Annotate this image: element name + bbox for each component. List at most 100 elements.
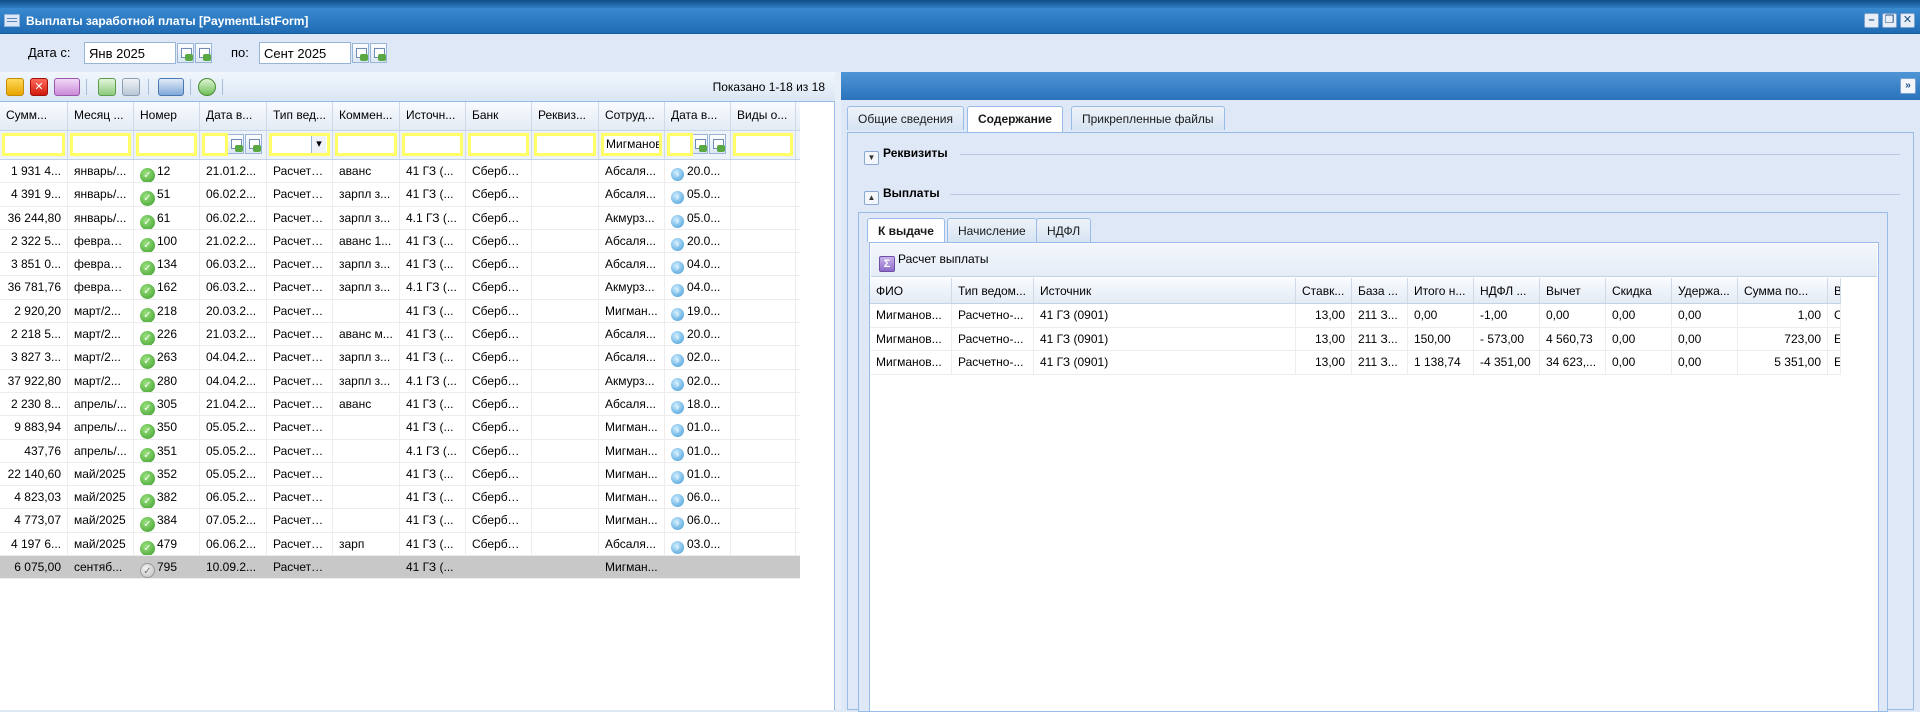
date-clear-icon[interactable]	[709, 134, 726, 154]
column-header[interactable]: Удержа...	[1672, 278, 1738, 303]
column-header[interactable]: Тип вед...	[267, 102, 333, 130]
column-header[interactable]: Ставк...	[1296, 278, 1352, 303]
table-row[interactable]: 2 920,20 март/2... ✓ 218 20.03.2... Расчетн..…	[0, 299, 800, 324]
date-to-field[interactable]: Сент 2025	[259, 42, 351, 64]
column-header[interactable]: Тип ведом...	[952, 278, 1034, 303]
column-header[interactable]: Источник	[1034, 278, 1296, 303]
column-header[interactable]: Итого н...	[1408, 278, 1474, 303]
filter-input[interactable]	[733, 133, 793, 156]
date-from-clear-icon[interactable]	[195, 43, 212, 63]
table-row[interactable]: 3 827 3... март/2... ✓ 263 04.04.2... Расчетн…	[0, 346, 800, 370]
delete-icon[interactable]: ✕	[30, 78, 48, 96]
date-from-picker-icon[interactable]	[177, 43, 194, 63]
requisites-section[interactable]: ▼ Реквизиты	[864, 146, 948, 165]
column-header[interactable]: Дата в...	[200, 102, 267, 130]
column-header[interactable]: Реквиз...	[532, 102, 599, 130]
table-row[interactable]: 2 218 5... март/2... ✓ 226 21.03.2... Расчетн…	[0, 323, 800, 347]
column-header[interactable]: Сумм...	[0, 102, 68, 130]
date-picker-icon[interactable]	[691, 134, 708, 154]
table-row[interactable]: 2 230 8... апрель/... ✓ 305 21.04.2... Расчет…	[0, 392, 800, 417]
filter-input[interactable]	[402, 133, 463, 156]
payments-section[interactable]: ▲ Выплаты	[864, 186, 940, 205]
calc-payment-button[interactable]: Σ Расчет выплаты	[879, 252, 989, 272]
date-clear-icon[interactable]	[245, 134, 262, 154]
date-picker-icon[interactable]	[227, 134, 244, 154]
column-header[interactable]: Виды о...	[731, 102, 796, 130]
filter-date-field[interactable]	[667, 133, 693, 156]
table-row[interactable]: 4 391 9... январь/... ✓ 51 06.02.2... Расчетн…	[0, 183, 800, 207]
print-dropdown-icon[interactable]	[158, 78, 184, 96]
table-row[interactable]: 22 140,60 май/2025 ✓ 352 05.05.2... Расчетн..…	[0, 462, 800, 487]
table-row[interactable]: 36 244,80 январь/... ✓ 61 06.02.2... Расчетн.…	[0, 206, 800, 230]
subtab-to-issue[interactable]: К выдаче	[867, 218, 945, 242]
filter-employee-input[interactable]: Мигманов	[601, 133, 662, 156]
close-button[interactable]: ✕	[1900, 13, 1915, 28]
table-row[interactable]: 36 781,76 феврал... ✓ 162 06.03.2... Расчетн.…	[0, 276, 800, 300]
approved-check-icon: ✓	[140, 191, 155, 206]
chevron-up-icon[interactable]: ▲	[864, 191, 879, 205]
column-header[interactable]: Сотруд...	[599, 102, 665, 130]
filter-cell: Мигманов	[599, 131, 665, 159]
tab-content[interactable]: Содержание	[967, 106, 1063, 132]
unapprove-icon[interactable]	[122, 78, 140, 96]
table-row[interactable]: 437,76 апрель/... ✓ 351 05.05.2... Расчетн...…	[0, 439, 800, 463]
date-from-field[interactable]: Янв 2025	[84, 42, 176, 64]
column-header[interactable]: ФИО	[870, 278, 952, 303]
table-cell: 06.02.2...	[200, 183, 267, 206]
filter-input[interactable]	[2, 133, 65, 156]
table-row[interactable]: 4 197 6... май/2025 ✓ 479 06.06.2... Расчетн.…	[0, 532, 800, 557]
column-header[interactable]: Источн...	[400, 102, 466, 130]
filter-cell	[68, 131, 134, 159]
chevron-down-icon[interactable]: ▼	[864, 151, 879, 165]
add-dropdown-icon[interactable]	[54, 78, 80, 96]
doc-number: 226	[157, 327, 178, 342]
approve-icon[interactable]	[98, 78, 116, 96]
filter-input[interactable]	[534, 133, 596, 156]
column-header[interactable]: Дата в...	[665, 102, 731, 130]
column-header[interactable]: Банк	[466, 102, 532, 130]
column-header[interactable]: В	[1828, 278, 1841, 303]
column-header[interactable]: Вычет	[1540, 278, 1606, 303]
tab-general[interactable]: Общие сведения	[847, 106, 964, 130]
table-row[interactable]: Мигманов... Расчетно-... 41 ГЗ (0901) 13,00…	[870, 327, 1841, 351]
filter-input[interactable]	[70, 133, 131, 156]
table-row[interactable]: 37 922,80 март/2... ✓ 280 04.04.2... Расчетн.…	[0, 369, 800, 393]
column-header[interactable]: Сумма по...	[1738, 278, 1828, 303]
filter-input[interactable]	[468, 133, 529, 156]
refresh-icon[interactable]	[198, 78, 216, 96]
table-row[interactable]: Мигманов... Расчетно-... 41 ГЗ (0901) 13,00…	[870, 304, 1841, 328]
table-row[interactable]: 1 931 4... январь/... ✓ 12 21.01.2... Расчетн…	[0, 160, 800, 184]
filter-input[interactable]	[136, 133, 197, 156]
expand-icon[interactable]: »	[1900, 78, 1916, 94]
edit-icon[interactable]	[6, 78, 24, 96]
tab-attachments[interactable]: Прикрепленные файлы	[1071, 106, 1225, 130]
maximize-button[interactable]: ❐	[1882, 13, 1897, 28]
filter-type-select[interactable]: ▾	[269, 133, 330, 156]
subtab-accrual[interactable]: Начисление	[947, 218, 1037, 242]
filter-date-field[interactable]	[202, 133, 228, 156]
issue-grid-body: Мигманов... Расчетно-... 41 ГЗ (0901) 13,00…	[870, 304, 1841, 375]
table-cell: Расчетн...	[267, 392, 333, 416]
column-header[interactable]: Коммен...	[333, 102, 400, 130]
table-row[interactable]: 2 322 5... феврал... ✓ 100 21.02.2... Расчетн…	[0, 229, 800, 254]
table-row[interactable]: 4 823,03 май/2025 ✓ 382 06.05.2... Расчетн...…	[0, 486, 800, 510]
table-cell: ✓ 12	[134, 160, 200, 183]
subtab-ndfl[interactable]: НДФЛ	[1036, 218, 1092, 242]
payments-grid: Сумм... Месяц ... Номер Дата в... Тип вед...…	[0, 102, 800, 580]
column-header[interactable]: Номер	[134, 102, 200, 130]
date-to-clear-icon[interactable]	[370, 43, 387, 63]
column-header[interactable]: База ...	[1352, 278, 1408, 303]
table-cell	[532, 183, 599, 206]
table-row[interactable]: 9 883,94 апрель/... ✓ 350 05.05.2... Расчетн.…	[0, 416, 800, 440]
column-header[interactable]: Месяц ...	[68, 102, 134, 130]
filter-input[interactable]	[335, 133, 397, 156]
chevron-down-icon[interactable]: ▾	[311, 136, 326, 153]
table-row[interactable]: 3 851 0... феврал... ✓ 134 06.03.2... Расчетн…	[0, 253, 800, 277]
date-to-picker-icon[interactable]	[352, 43, 369, 63]
table-row[interactable]: Мигманов... Расчетно-... 41 ГЗ (0901) 13,00…	[870, 351, 1841, 375]
table-row[interactable]: 6 075,00 сентяб... ✓ 795 10.09.2... Расчетн..…	[0, 556, 800, 580]
minimize-button[interactable]: –	[1864, 13, 1879, 28]
column-header[interactable]: Скидка	[1606, 278, 1672, 303]
table-row[interactable]: 4 773,07 май/2025 ✓ 384 07.05.2... Расчетн...…	[0, 509, 800, 533]
column-header[interactable]: НДФЛ ...	[1474, 278, 1540, 303]
